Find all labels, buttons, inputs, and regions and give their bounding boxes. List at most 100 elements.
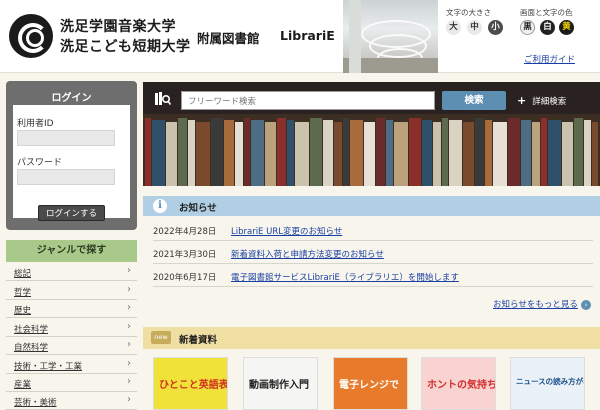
text-size-small-button[interactable]: 小 [488,20,503,35]
book-spine [211,118,223,186]
news-link[interactable]: 新着資料入荷と申請方法変更のお知らせ [231,248,384,260]
news-date: 2021年3月30日 [153,250,217,260]
book-spine [463,122,474,186]
genre-item[interactable]: 自然科学 › [6,337,137,355]
password-label: パスワード [17,158,63,168]
color-white-button[interactable]: 白 [540,20,555,35]
books-search-icon [155,92,171,105]
news-date: 2020年6月17日 [153,273,217,283]
password-input[interactable] [17,169,115,185]
news-link[interactable]: LibrariE URL変更のお知らせ [231,225,342,237]
advanced-search-link[interactable]: + 詳細検索 [517,94,566,107]
book-spine [295,122,309,186]
genre-item[interactable]: 社会科学 › [6,319,137,337]
book-cover-title: ニュースの読み方が5時間 [516,377,584,386]
book-spine [145,118,151,186]
book-spine [386,120,393,186]
news-item: 2021年3月30日 新着資料入荷と申請方法変更のお知らせ [153,242,593,264]
book-cover[interactable]: 電子レンジで [333,357,408,410]
chevron-right-icon: › [127,376,131,387]
book-spine [310,118,322,186]
book-spine [244,118,250,186]
user-id-label: 利用者ID [17,119,54,129]
genre-item[interactable]: 産業 › [6,374,137,392]
login-button[interactable]: ログインする [38,205,105,221]
book-spine [394,122,408,186]
genre-label[interactable]: 自然科学 [14,341,48,353]
genre-label[interactable]: 芸術・美術 [14,396,57,408]
book-cover-title: 電子レンジで [339,380,399,391]
genre-item[interactable]: 技術・工学・工業 › [6,356,137,374]
color-scheme-label: 画面と文字の色 [520,8,573,17]
chevron-right-icon: › [127,302,131,313]
genre-label[interactable]: 技術・工学・工業 [14,360,82,372]
book-spine [188,120,195,186]
book-spine [277,118,286,186]
school-name-line1[interactable]: 洗足学園音楽大学 [60,16,176,36]
book-spine [475,118,484,186]
book-spine [442,118,448,186]
book-spine [541,118,547,186]
news-more-link[interactable]: お知らせをもっと見る › [493,298,591,310]
info-icon: i [153,199,167,213]
book-cover[interactable]: ニュースの読み方が5時間 [510,357,585,410]
plus-icon: + [517,94,527,107]
book-cover-title: ホントの気持ち [427,380,496,391]
book-spine [152,120,165,186]
book-cover[interactable]: ひとこと英語表現 [153,357,228,410]
news-link[interactable]: 電子図書館サービスLibrariE（ライブラリエ）を開始します [231,271,459,283]
chevron-right-icon: › [127,321,131,332]
book-spine [521,120,531,186]
school-name-line2[interactable]: 洗足こども短期大学 [60,36,191,56]
user-guide-link[interactable]: ご利用ガイド [524,53,575,65]
book-cover-title: ひとこと英語表現 [159,380,228,391]
text-size-large-button[interactable]: 大 [446,20,461,35]
book-spine [508,118,520,186]
user-id-input[interactable] [17,130,115,146]
library-name: 附属図書館 [197,31,260,46]
book-cover[interactable]: 動画制作入門 [243,357,318,410]
book-spine [196,122,210,186]
book-spine [343,118,349,186]
news-date: 2022年4月28日 [153,227,217,237]
news-item: 2022年4月28日 LibrariE URL変更のお知らせ [153,219,593,241]
free-word-search-input[interactable] [181,91,435,110]
genre-label[interactable]: 哲学 [14,286,31,298]
chevron-right-icon: › [127,358,131,369]
site-header: 洗足学園音楽大学 洗足こども短期大学 附属図書館 LibrariE 文字の大きさ… [0,0,600,73]
text-size-medium-button[interactable]: 中 [467,20,482,35]
book-spine [287,120,294,186]
book-spine [376,118,385,186]
book-spine [422,120,432,186]
color-black-button[interactable]: 黒 [520,20,535,35]
book-cover-title: 動画制作入門 [249,380,309,391]
book-spine [323,120,333,186]
new-arrivals-title: 新着資料 [179,335,218,346]
genre-item[interactable]: 哲学 › [6,282,137,300]
genre-heading: ジャンルで探す [6,240,137,262]
genre-label[interactable]: 産業 [14,378,31,390]
genre-label[interactable]: 歴史 [14,304,31,316]
book-spine [334,122,342,186]
book-spine [265,122,276,186]
book-spine [178,118,187,186]
genre-item[interactable]: 総記 › [6,263,137,281]
search-button[interactable]: 検索 [442,91,506,110]
genre-label[interactable]: 社会科学 [14,323,48,335]
book-spine [449,120,462,186]
university-logo-icon[interactable] [9,14,53,58]
genre-item[interactable]: 芸術・美術 › [6,392,137,410]
book-spine [493,122,507,186]
genre-item[interactable]: 歴史 › [6,300,137,318]
book-spine [562,122,573,186]
arrow-right-icon: › [580,299,591,310]
news-more-label: お知らせをもっと見る [493,300,578,310]
library-staircase-photo [343,0,438,73]
book-cover[interactable]: ホントの気持ち [421,357,496,410]
book-spine [364,122,375,186]
genre-label[interactable]: 総記 [14,267,31,279]
color-yellow-button[interactable]: 黄 [559,20,574,35]
book-spine [574,118,583,186]
book-spine [548,120,561,186]
book-spine [409,118,421,186]
